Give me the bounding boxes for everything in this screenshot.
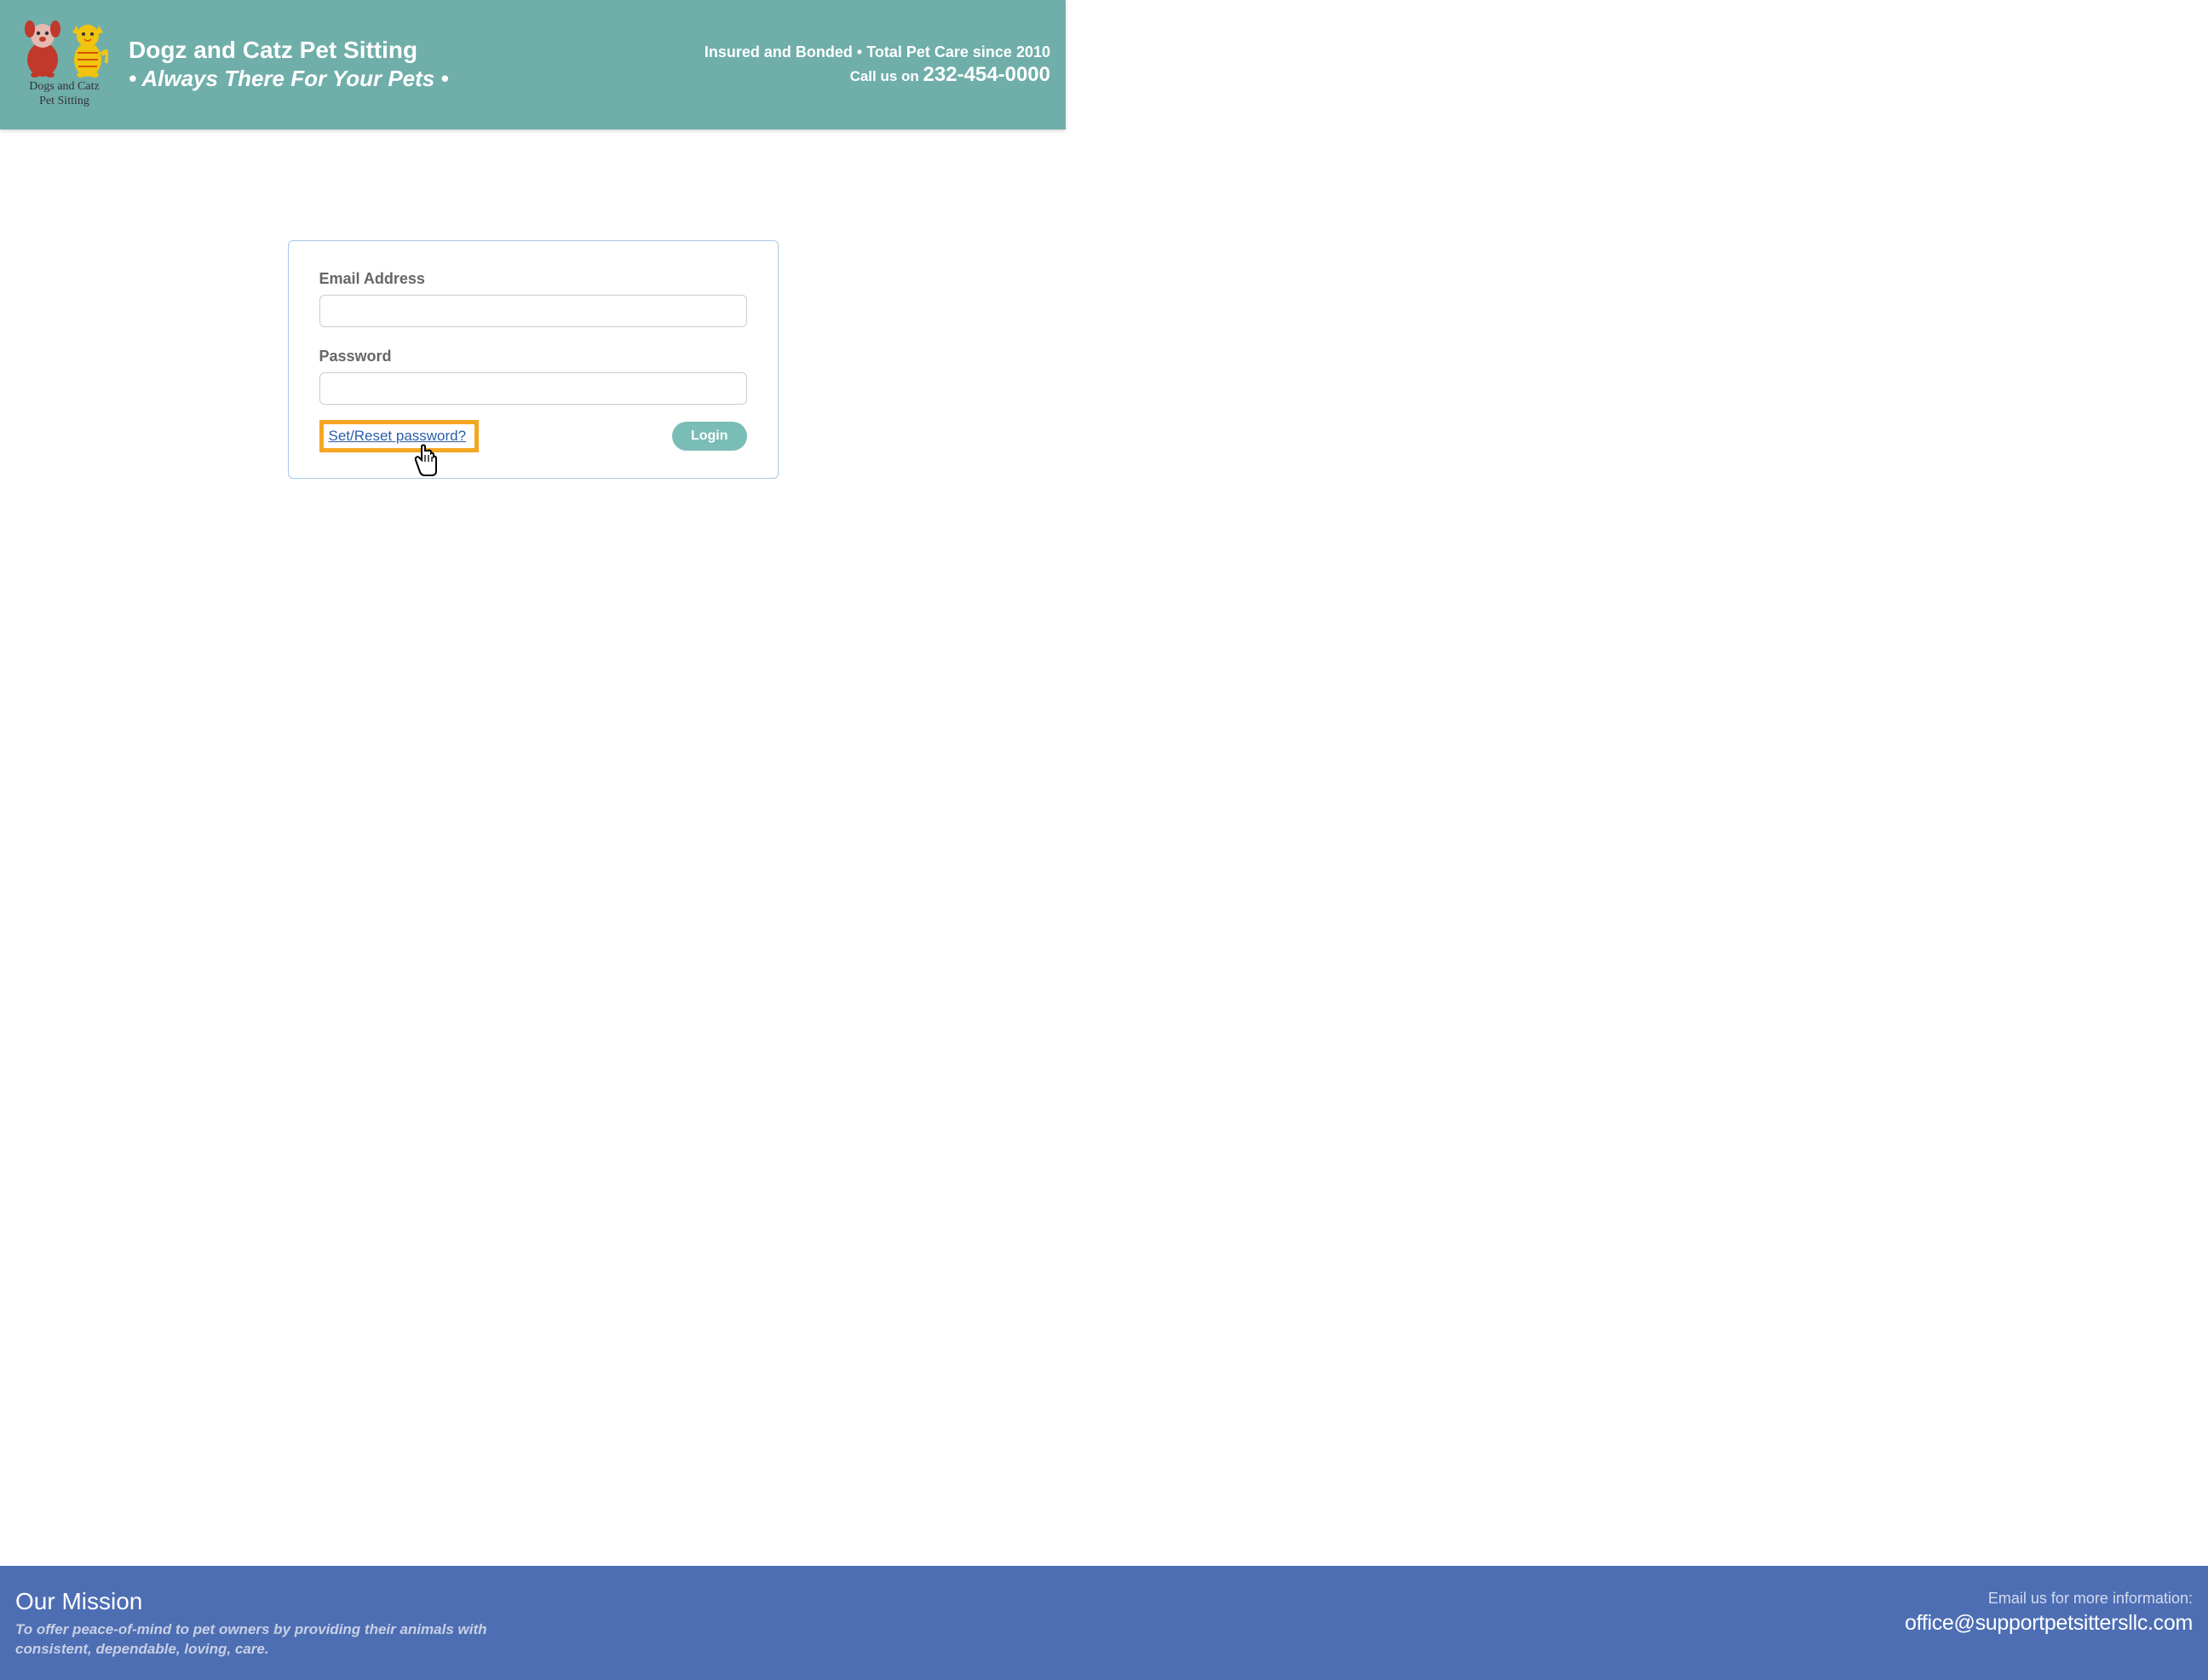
- company-tagline: • Always There For Your Pets •: [129, 65, 704, 94]
- email-address: office@supportpetsittersllc.com: [1905, 1611, 2193, 1636]
- company-title: Dogz and Catz Pet Sitting: [129, 36, 704, 65]
- password-group: Password: [319, 348, 747, 405]
- insured-text: Insured and Bonded • Total Pet Care sinc…: [704, 43, 1050, 61]
- login-button[interactable]: Login: [672, 422, 747, 451]
- pointer-cursor-icon: [412, 443, 440, 477]
- header-right: Insured and Bonded • Total Pet Care sinc…: [704, 43, 1050, 87]
- email-input[interactable]: [319, 295, 747, 327]
- footer-right: Email us for more information: office@su…: [1905, 1588, 2193, 1636]
- logo-text-line1: Dogs and Catz: [29, 80, 99, 95]
- logo-text-line2: Pet Sitting: [39, 95, 89, 109]
- header-title-block: Dogz and Catz Pet Sitting • Always There…: [129, 36, 704, 93]
- mission-text: To offer peace-of-mind to pet owners by …: [15, 1620, 492, 1660]
- logo-icons: [21, 20, 108, 78]
- main-content: Email Address Password Set/Reset passwor…: [0, 129, 1066, 479]
- footer: Our Mission To offer peace-of-mind to pe…: [0, 1566, 2208, 1680]
- password-label: Password: [319, 348, 747, 365]
- email-label: Email Address: [319, 270, 747, 288]
- email-group: Email Address: [319, 270, 747, 327]
- dog-icon: [21, 20, 64, 78]
- password-input[interactable]: [319, 372, 747, 405]
- reset-link-highlight: Set/Reset password?: [319, 420, 480, 452]
- phone-number: 232-454-0000: [923, 63, 1050, 86]
- footer-left: Our Mission To offer peace-of-mind to pe…: [15, 1588, 492, 1660]
- reset-password-link[interactable]: Set/Reset password?: [329, 428, 467, 444]
- header: Dogs and Catz Pet Sitting Dogz and Catz …: [0, 0, 1066, 129]
- logo-block: Dogs and Catz Pet Sitting: [15, 20, 113, 109]
- call-label: Call us on: [850, 68, 923, 84]
- mission-heading: Our Mission: [15, 1588, 492, 1615]
- phone-line: Call us on 232-454-0000: [704, 63, 1050, 87]
- cat-icon: [67, 20, 108, 78]
- email-label: Email us for more information:: [1905, 1590, 2193, 1608]
- login-card: Email Address Password Set/Reset passwor…: [288, 240, 779, 479]
- form-footer: Set/Reset password? Login: [319, 420, 747, 452]
